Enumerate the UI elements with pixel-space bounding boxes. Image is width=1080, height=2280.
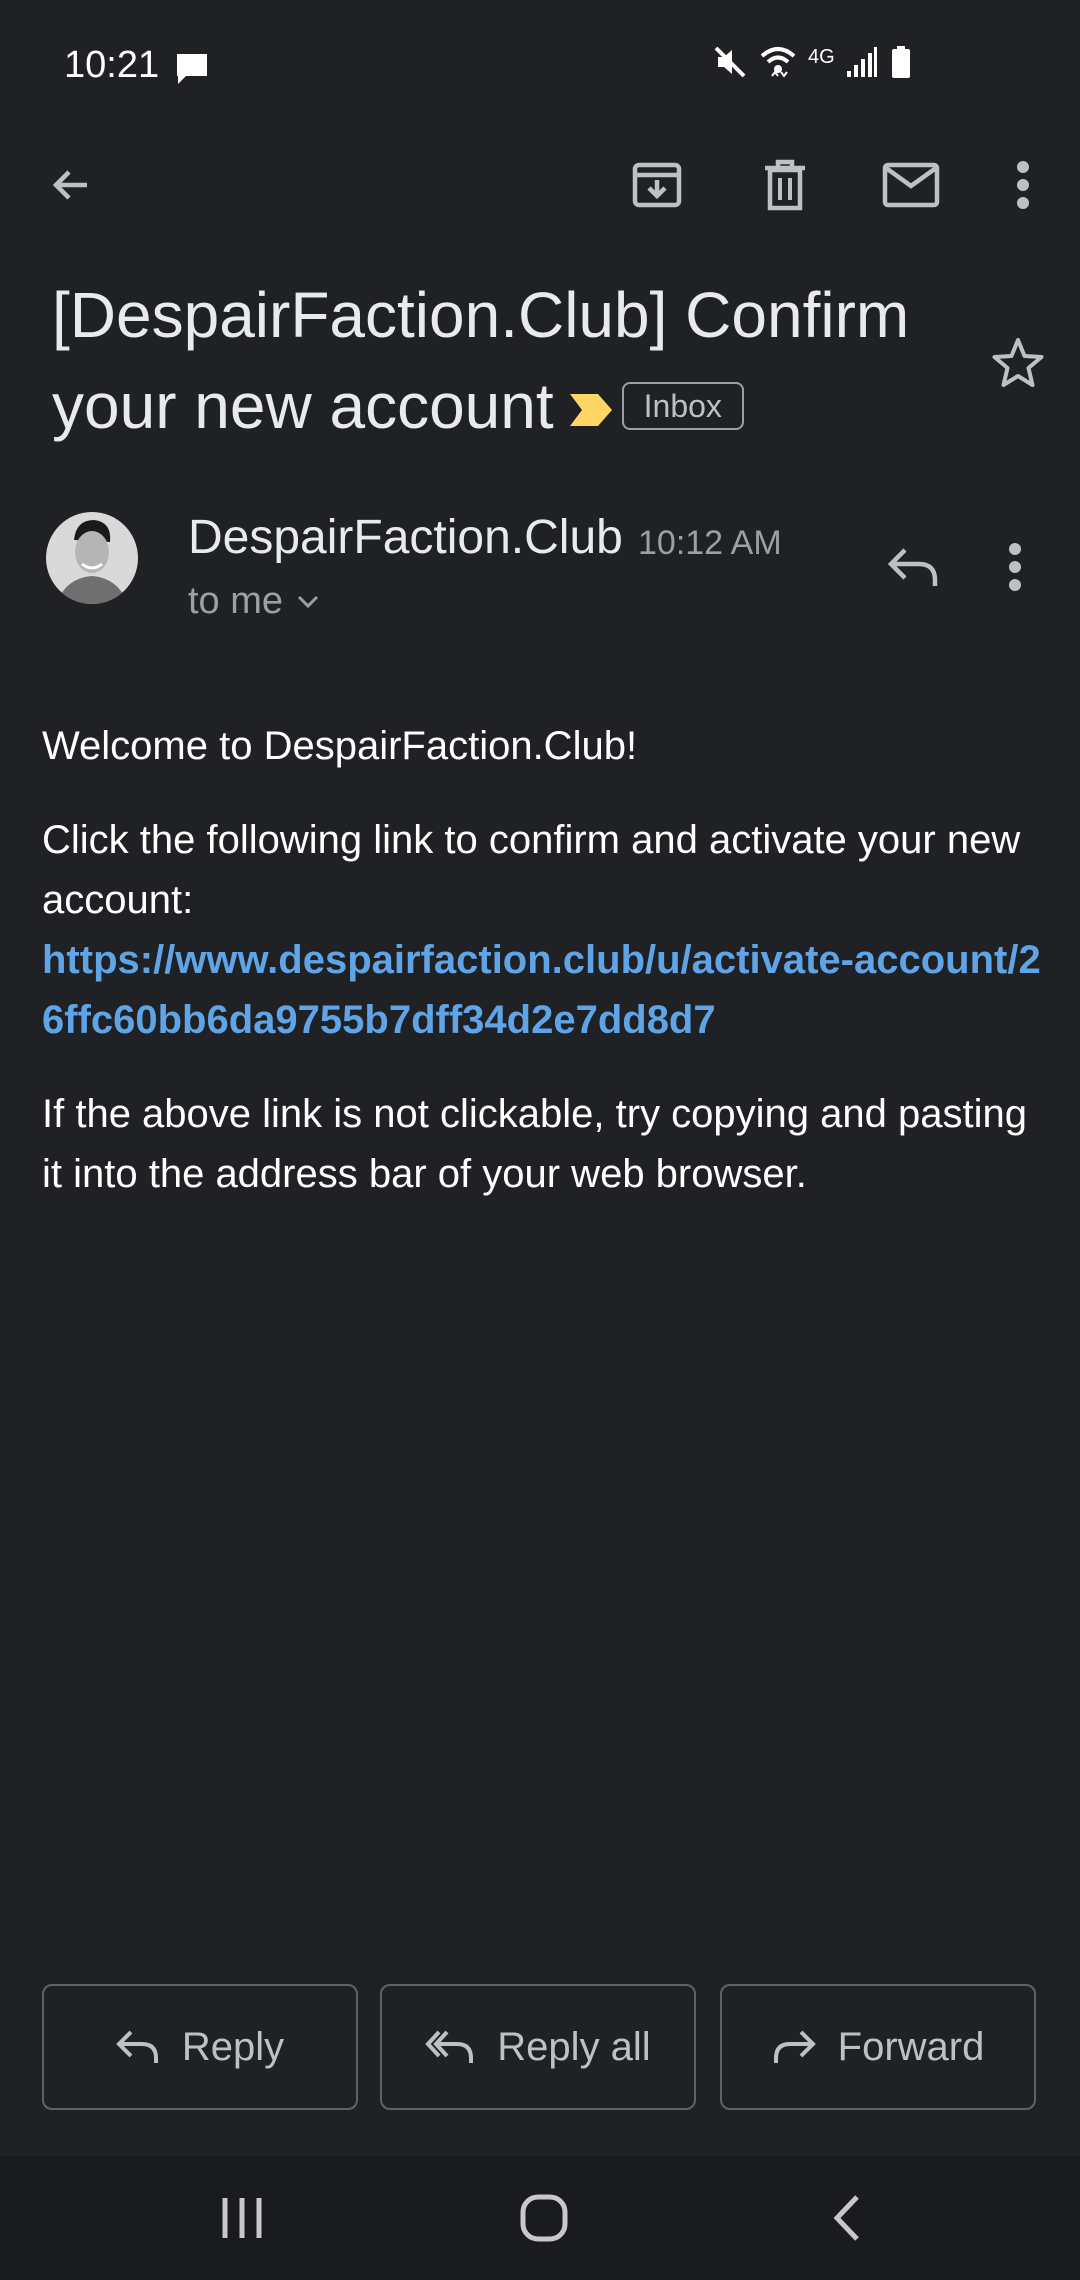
chevron-down-icon xyxy=(297,595,319,608)
mark-unread-button[interactable] xyxy=(866,140,956,230)
email-actions: Reply Reply all Forward xyxy=(42,1984,1038,2112)
reply-icon-button[interactable] xyxy=(868,522,958,612)
delete-button[interactable] xyxy=(740,140,830,230)
star-button[interactable] xyxy=(976,322,1060,406)
system-back-button[interactable] xyxy=(786,2178,906,2258)
importance-marker-icon[interactable] xyxy=(568,361,614,452)
status-icons: 4G xyxy=(712,44,913,85)
delete-icon xyxy=(765,159,805,211)
more-options-button[interactable] xyxy=(978,140,1068,230)
email-view: 10:21 4G [DespairFaction.Club] Confirm y… xyxy=(0,0,1080,2280)
status-time: 10:21 xyxy=(64,44,160,86)
signal-icon xyxy=(845,45,879,84)
battery-icon xyxy=(889,44,913,85)
recipient-details-toggle[interactable]: to me xyxy=(188,580,319,623)
reply-all-icon xyxy=(425,2030,474,2063)
reply-label: Reply xyxy=(181,2024,285,2069)
chevron-left-icon xyxy=(833,2195,859,2241)
back-arrow-icon xyxy=(52,170,87,200)
reply-button[interactable]: Reply xyxy=(42,1984,358,2110)
network-type: 4G xyxy=(808,46,835,68)
reply-icon xyxy=(116,2030,158,2063)
forward-label: Forward xyxy=(837,2024,985,2069)
inbox-label-chip[interactable]: Inbox xyxy=(621,382,744,431)
sender-name[interactable]: DespairFaction.Club xyxy=(188,510,623,565)
reply-all-button[interactable]: Reply all xyxy=(380,1984,696,2110)
recent-apps-icon xyxy=(222,2198,262,2238)
reply-icon xyxy=(887,548,938,586)
archive-button[interactable] xyxy=(612,140,702,230)
message-more-options-button[interactable] xyxy=(980,522,1050,612)
body-greeting: Welcome to DespairFaction.Club! xyxy=(42,724,638,768)
reply-all-label: Reply all xyxy=(497,2024,651,2069)
toolbar xyxy=(0,140,1080,230)
email-body: Welcome to DespairFaction.Club! Click th… xyxy=(42,716,1042,1238)
back-button[interactable] xyxy=(26,140,116,230)
subject-text: [DespairFaction.Club] Confirm your new a… xyxy=(52,279,910,442)
home-button[interactable] xyxy=(484,2178,604,2258)
archive-icon xyxy=(632,162,682,208)
forward-button[interactable]: Forward xyxy=(720,1984,1036,2110)
email-subject: [DespairFaction.Club] Confirm your new a… xyxy=(52,270,952,452)
sender-avatar[interactable] xyxy=(46,512,138,604)
system-nav-bar xyxy=(0,2156,1080,2280)
forward-icon xyxy=(773,2030,816,2063)
more-vert-icon xyxy=(1017,161,1029,209)
body-instruction-text: Click the following link to confirm and … xyxy=(42,818,1021,922)
home-icon xyxy=(520,2194,568,2242)
wifi-icon xyxy=(758,44,798,85)
message-icon xyxy=(174,52,210,91)
mute-icon xyxy=(712,44,748,85)
status-bar: 10:21 4G xyxy=(0,0,1080,120)
email-time: 10:12 AM xyxy=(638,524,782,562)
body-instruction: Click the following link to confirm and … xyxy=(42,810,1042,1050)
recipient-text: to me xyxy=(188,580,284,622)
recent-apps-button[interactable] xyxy=(182,2178,302,2258)
more-vert-icon xyxy=(1009,543,1021,591)
mark-unread-icon xyxy=(882,162,940,208)
body-fallback: If the above link is not clickable, try … xyxy=(42,1092,1027,1196)
activation-link[interactable]: https://www.despairfaction.club/u/activa… xyxy=(42,938,1041,1042)
star-outline-icon xyxy=(992,338,1044,387)
